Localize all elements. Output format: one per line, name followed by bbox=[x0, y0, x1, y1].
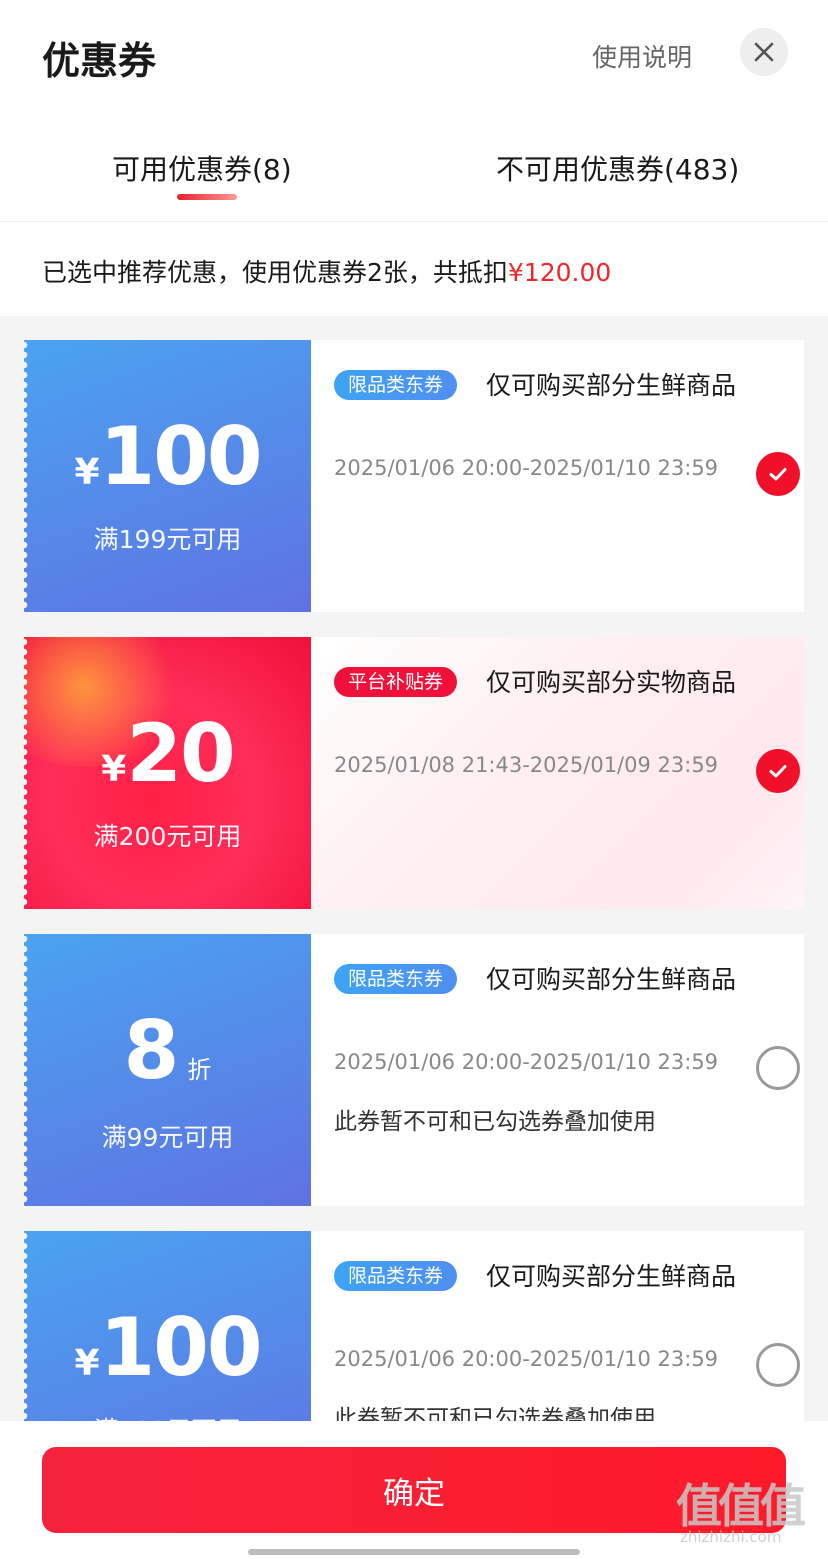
home-indicator bbox=[248, 1549, 580, 1555]
coupon-value-panel: ¥100 满199元可用 bbox=[24, 340, 311, 612]
close-icon bbox=[754, 42, 774, 62]
currency-symbol: ¥ bbox=[74, 1343, 100, 1384]
confirm-button[interactable]: 确定 bbox=[42, 1447, 786, 1533]
close-button[interactable] bbox=[740, 28, 788, 76]
coupon-select-checkbox[interactable] bbox=[756, 749, 800, 793]
coupon-select-checkbox[interactable] bbox=[756, 452, 800, 496]
coupon-card[interactable]: 8折 满99元可用 限品类东券 仅可购买部分生鲜商品 2025/01/06 20… bbox=[24, 934, 804, 1206]
coupon-description: 仅可购买部分生鲜商品 bbox=[486, 965, 737, 994]
coupon-card[interactable]: ¥100 满199元可用 限品类东券 仅可购买部分生鲜商品 2025/01/06… bbox=[24, 340, 804, 612]
watermark-logo: 值值值 bbox=[676, 1479, 806, 1533]
coupon-details: 平台补贴券 仅可购买部分实物商品 2025/01/08 21:43-2025/0… bbox=[311, 637, 804, 909]
coupon-card[interactable]: ¥20 满200元可用 平台补贴券 仅可购买部分实物商品 2025/01/08 … bbox=[24, 637, 804, 909]
discount-unit: 折 bbox=[187, 1056, 212, 1084]
header: 优惠券 使用说明 bbox=[0, 0, 828, 110]
summary-amount: ¥120.00 bbox=[507, 258, 612, 287]
watermark-url: zhizhizhi.com bbox=[680, 1528, 782, 1546]
coupon-stacking-note: 此券暂不可和已勾选券叠加使用 bbox=[334, 1109, 656, 1135]
coupon-details: 限品类东券 仅可购买部分生鲜商品 2025/01/06 20:00-2025/0… bbox=[311, 340, 804, 612]
coupon-stacking-note: 此券暂不可和已勾选券叠加使用 bbox=[334, 1406, 656, 1421]
coupon-validity-period: 2025/01/06 20:00-2025/01/10 23:59 bbox=[334, 1347, 719, 1371]
currency-symbol: ¥ bbox=[74, 452, 100, 493]
active-tab-indicator bbox=[177, 194, 237, 200]
coupon-description: 仅可购买部分实物商品 bbox=[486, 668, 737, 697]
coupon-validity-period: 2025/01/08 21:43-2025/01/09 23:59 bbox=[334, 753, 719, 777]
coupon-details: 限品类东券 仅可购买部分生鲜商品 2025/01/06 20:00-2025/0… bbox=[311, 934, 804, 1206]
checkmark-icon bbox=[769, 468, 787, 481]
coupon-threshold: 满199元可用 bbox=[24, 1411, 311, 1421]
currency-symbol: ¥ bbox=[101, 749, 127, 790]
usage-instructions-link[interactable]: 使用说明 bbox=[592, 38, 692, 74]
coupon-description: 仅可购买部分生鲜商品 bbox=[486, 371, 737, 400]
coupon-value: 20 bbox=[126, 707, 235, 800]
coupon-card[interactable]: ¥100 满199元可用 限品类东券 仅可购买部分生鲜商品 2025/01/06… bbox=[24, 1231, 804, 1421]
tab-available-coupons[interactable]: 可用优惠券(8) bbox=[112, 148, 292, 188]
selection-summary: 已选中推荐优惠，使用优惠券2张，共抵扣¥120.00 bbox=[42, 253, 611, 289]
coupon-value-panel: 8折 满99元可用 bbox=[24, 934, 311, 1206]
coupon-validity-period: 2025/01/06 20:00-2025/01/10 23:59 bbox=[334, 1050, 719, 1074]
tab-unavailable-coupons[interactable]: 不可用优惠券(483) bbox=[496, 148, 739, 188]
coupon-details: 限品类东券 仅可购买部分生鲜商品 2025/01/06 20:00-2025/0… bbox=[311, 1231, 804, 1421]
coupon-list[interactable]: ¥100 满199元可用 限品类东券 仅可购买部分生鲜商品 2025/01/06… bbox=[0, 316, 828, 1421]
coupon-threshold: 满99元可用 bbox=[101, 1123, 234, 1152]
coupon-value: 8 bbox=[123, 1004, 180, 1097]
coupon-value-panel: ¥100 满199元可用 bbox=[24, 1231, 311, 1421]
coupon-value: 100 bbox=[99, 1301, 263, 1394]
summary-text: 已选中推荐优惠，使用优惠券2张，共抵扣 bbox=[42, 258, 508, 287]
coupon-select-checkbox[interactable] bbox=[756, 1343, 800, 1387]
coupon-threshold: 满200元可用 bbox=[93, 822, 242, 851]
coupon-select-checkbox[interactable] bbox=[756, 1046, 800, 1090]
watermark: 值值值 zhizhizhi.com bbox=[676, 1470, 806, 1546]
coupon-sheet: 优惠券 使用说明 可用优惠券(8) 不可用优惠券(483) 已选中推荐优惠，使用… bbox=[0, 0, 828, 1559]
coupon-threshold: 满199元可用 bbox=[93, 525, 242, 554]
coupon-validity-period: 2025/01/06 20:00-2025/01/10 23:59 bbox=[334, 456, 719, 480]
coupon-description: 仅可购买部分生鲜商品 bbox=[486, 1262, 737, 1291]
coupon-value: 100 bbox=[99, 410, 263, 503]
coupon-tabs: 可用优惠券(8) 不可用优惠券(483) bbox=[0, 110, 828, 222]
coupon-value-panel: ¥20 满200元可用 bbox=[24, 637, 311, 909]
checkmark-icon bbox=[769, 765, 787, 778]
page-title: 优惠券 bbox=[42, 39, 157, 83]
